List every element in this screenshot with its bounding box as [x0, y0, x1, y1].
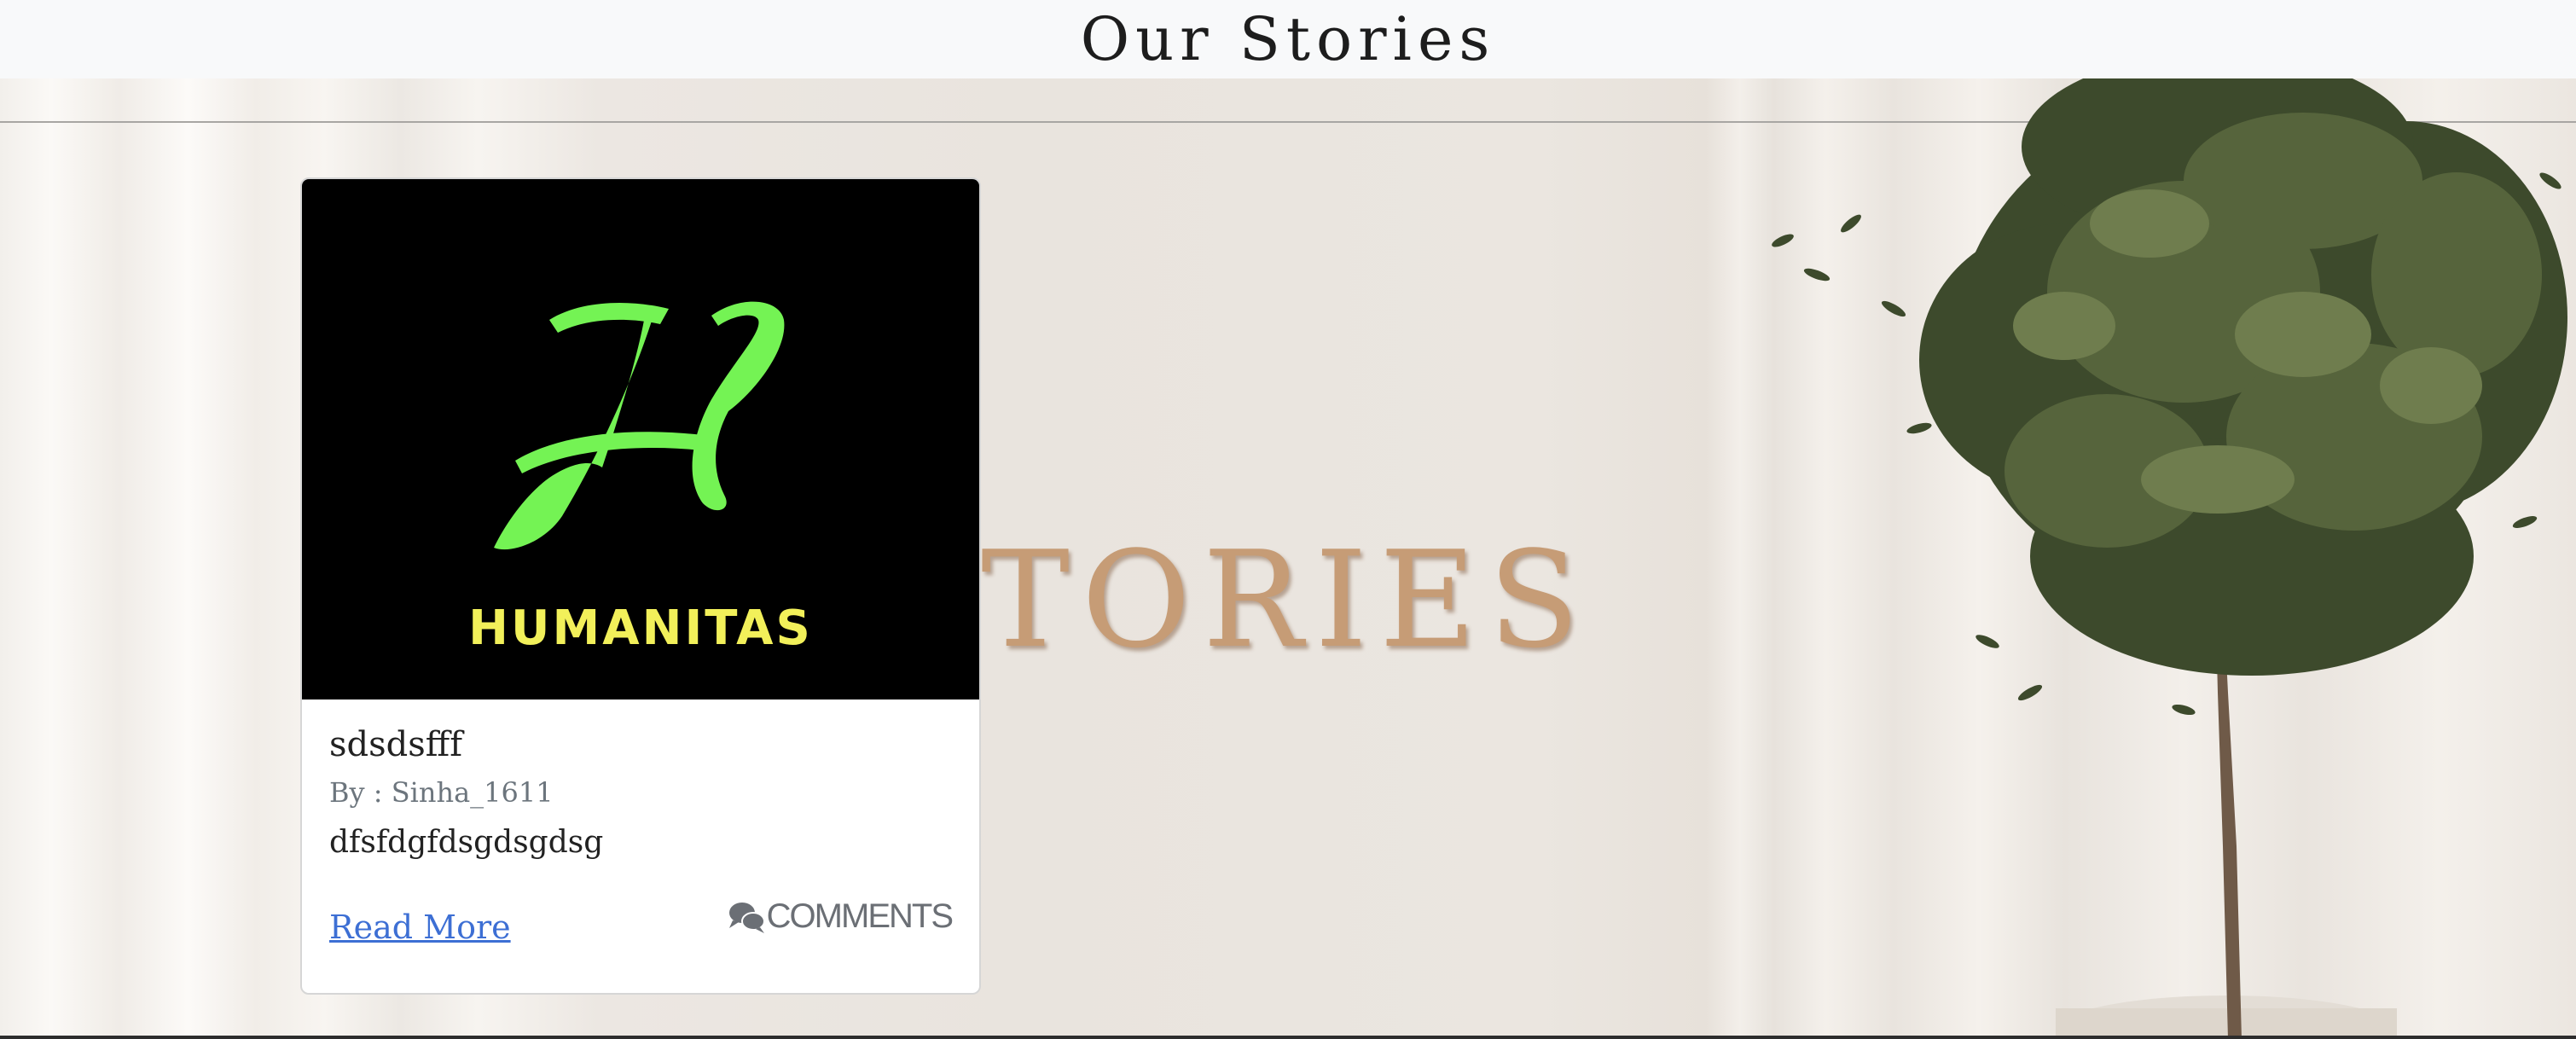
- olive-tree-image: [1772, 78, 2567, 1039]
- story-author: By : Sinha_1611: [329, 776, 554, 809]
- humanitas-logo: HUMANITAS: [468, 301, 813, 656]
- chat-bubbles-icon: [728, 902, 765, 933]
- story-excerpt: dfsfdgfdsgdsgdsg: [329, 825, 604, 860]
- page-bottom-edge: [0, 1036, 2576, 1039]
- story-image: HUMANITAS: [302, 179, 979, 699]
- story-card: HUMANITAS sdsdsfff By : Sinha_1611 dfsfd…: [300, 177, 981, 995]
- page-title: Our Stories: [1080, 4, 1496, 74]
- story-title: sdsdsfff: [329, 725, 463, 764]
- wall-lettering: TORIES: [981, 522, 1592, 677]
- page-header: Our Stories: [0, 0, 2576, 78]
- comments-label: COMMENTS: [766, 897, 954, 935]
- logo-text: HUMANITAS: [468, 601, 813, 656]
- comments-button[interactable]: COMMENTS: [728, 897, 954, 936]
- read-more-link[interactable]: Read More: [329, 908, 511, 946]
